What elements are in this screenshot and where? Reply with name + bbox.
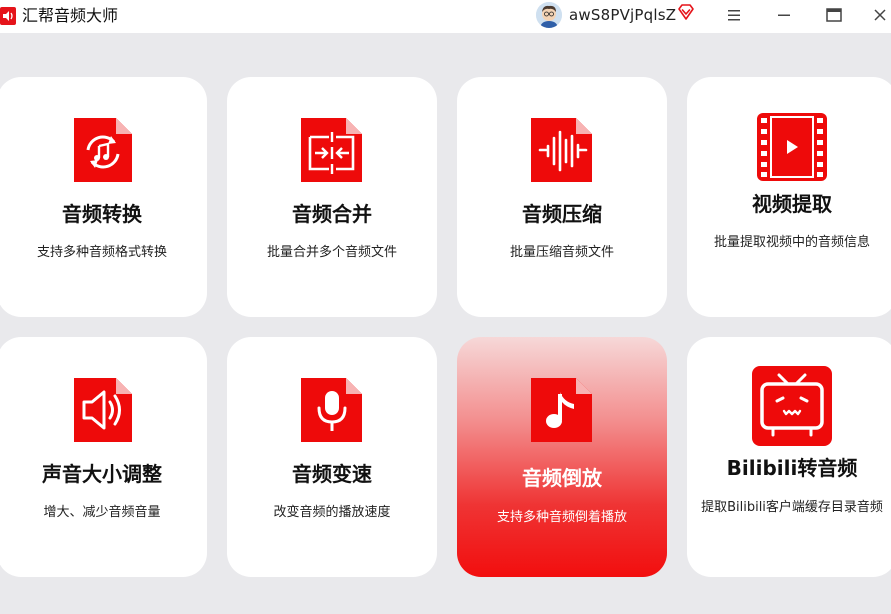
card-audio-reverse[interactable]: 音频倒放 支持多种音频倒着播放 bbox=[457, 337, 667, 577]
app-title: 汇帮音频大师 bbox=[22, 6, 119, 25]
card-audio-compress[interactable]: 音频压缩 批量压缩音频文件 bbox=[457, 77, 667, 317]
card-desc: 支持多种音频倒着播放 bbox=[496, 510, 627, 525]
username[interactable]: awS8PVjPqlsZ bbox=[569, 5, 676, 25]
card-bilibili-audio[interactable]: Bilibili转音频 提取Bilibili客户端缓存目录音频 bbox=[687, 337, 891, 577]
close-icon bbox=[874, 9, 886, 21]
hamburger-icon bbox=[728, 10, 740, 21]
video-film-icon bbox=[757, 113, 827, 181]
card-desc: 改变音频的播放速度 bbox=[273, 505, 391, 520]
card-audio-convert[interactable]: 音频转换 支持多种音频格式转换 bbox=[0, 77, 207, 317]
bilibili-tv-icon bbox=[752, 366, 832, 446]
card-title: 音频倒放 bbox=[522, 466, 602, 490]
card-title: 视频提取 bbox=[752, 192, 832, 216]
minimize-button[interactable] bbox=[769, 2, 799, 28]
minimize-icon bbox=[778, 14, 790, 16]
card-desc: 支持多种音频格式转换 bbox=[36, 245, 167, 260]
card-title: Bilibili转音频 bbox=[726, 456, 858, 480]
card-video-extract[interactable]: 视频提取 批量提取视频中的音频信息 bbox=[687, 77, 891, 317]
close-button[interactable] bbox=[865, 2, 891, 28]
maximize-button[interactable] bbox=[819, 2, 849, 28]
merge-icon bbox=[301, 118, 362, 182]
title-bar: 汇帮音频大师 awS8PVjPqlsZ bbox=[0, 0, 891, 33]
card-title: 音频转换 bbox=[62, 202, 142, 226]
card-desc: 批量提取视频中的音频信息 bbox=[713, 235, 870, 250]
card-title: 音频合并 bbox=[292, 202, 372, 226]
card-title: 音频压缩 bbox=[522, 202, 602, 226]
menu-button[interactable] bbox=[719, 2, 749, 28]
card-audio-merge[interactable]: 音频合并 批量合并多个音频文件 bbox=[227, 77, 437, 317]
microphone-icon bbox=[301, 378, 362, 442]
user-avatar-icon bbox=[536, 2, 562, 28]
card-audio-speed[interactable]: 音频变速 改变音频的播放速度 bbox=[227, 337, 437, 577]
app-logo-icon bbox=[0, 7, 16, 25]
card-desc: 增大、减少音频音量 bbox=[43, 505, 161, 520]
card-title: 音频变速 bbox=[292, 462, 372, 486]
card-desc: 批量合并多个音频文件 bbox=[266, 245, 397, 260]
speaker-volume-icon bbox=[74, 378, 132, 442]
card-volume-adjust[interactable]: 声音大小调整 增大、减少音频音量 bbox=[0, 337, 207, 577]
card-desc: 批量压缩音频文件 bbox=[509, 245, 614, 260]
avatar[interactable] bbox=[536, 2, 562, 28]
vip-diamond-icon[interactable] bbox=[677, 3, 695, 21]
music-convert-icon bbox=[74, 118, 132, 182]
maximize-icon bbox=[826, 8, 842, 22]
card-title: 声音大小调整 bbox=[42, 462, 162, 486]
card-desc: 提取Bilibili客户端缓存目录音频 bbox=[701, 500, 883, 515]
waveform-compress-icon bbox=[531, 118, 592, 182]
music-note-icon bbox=[531, 378, 592, 442]
